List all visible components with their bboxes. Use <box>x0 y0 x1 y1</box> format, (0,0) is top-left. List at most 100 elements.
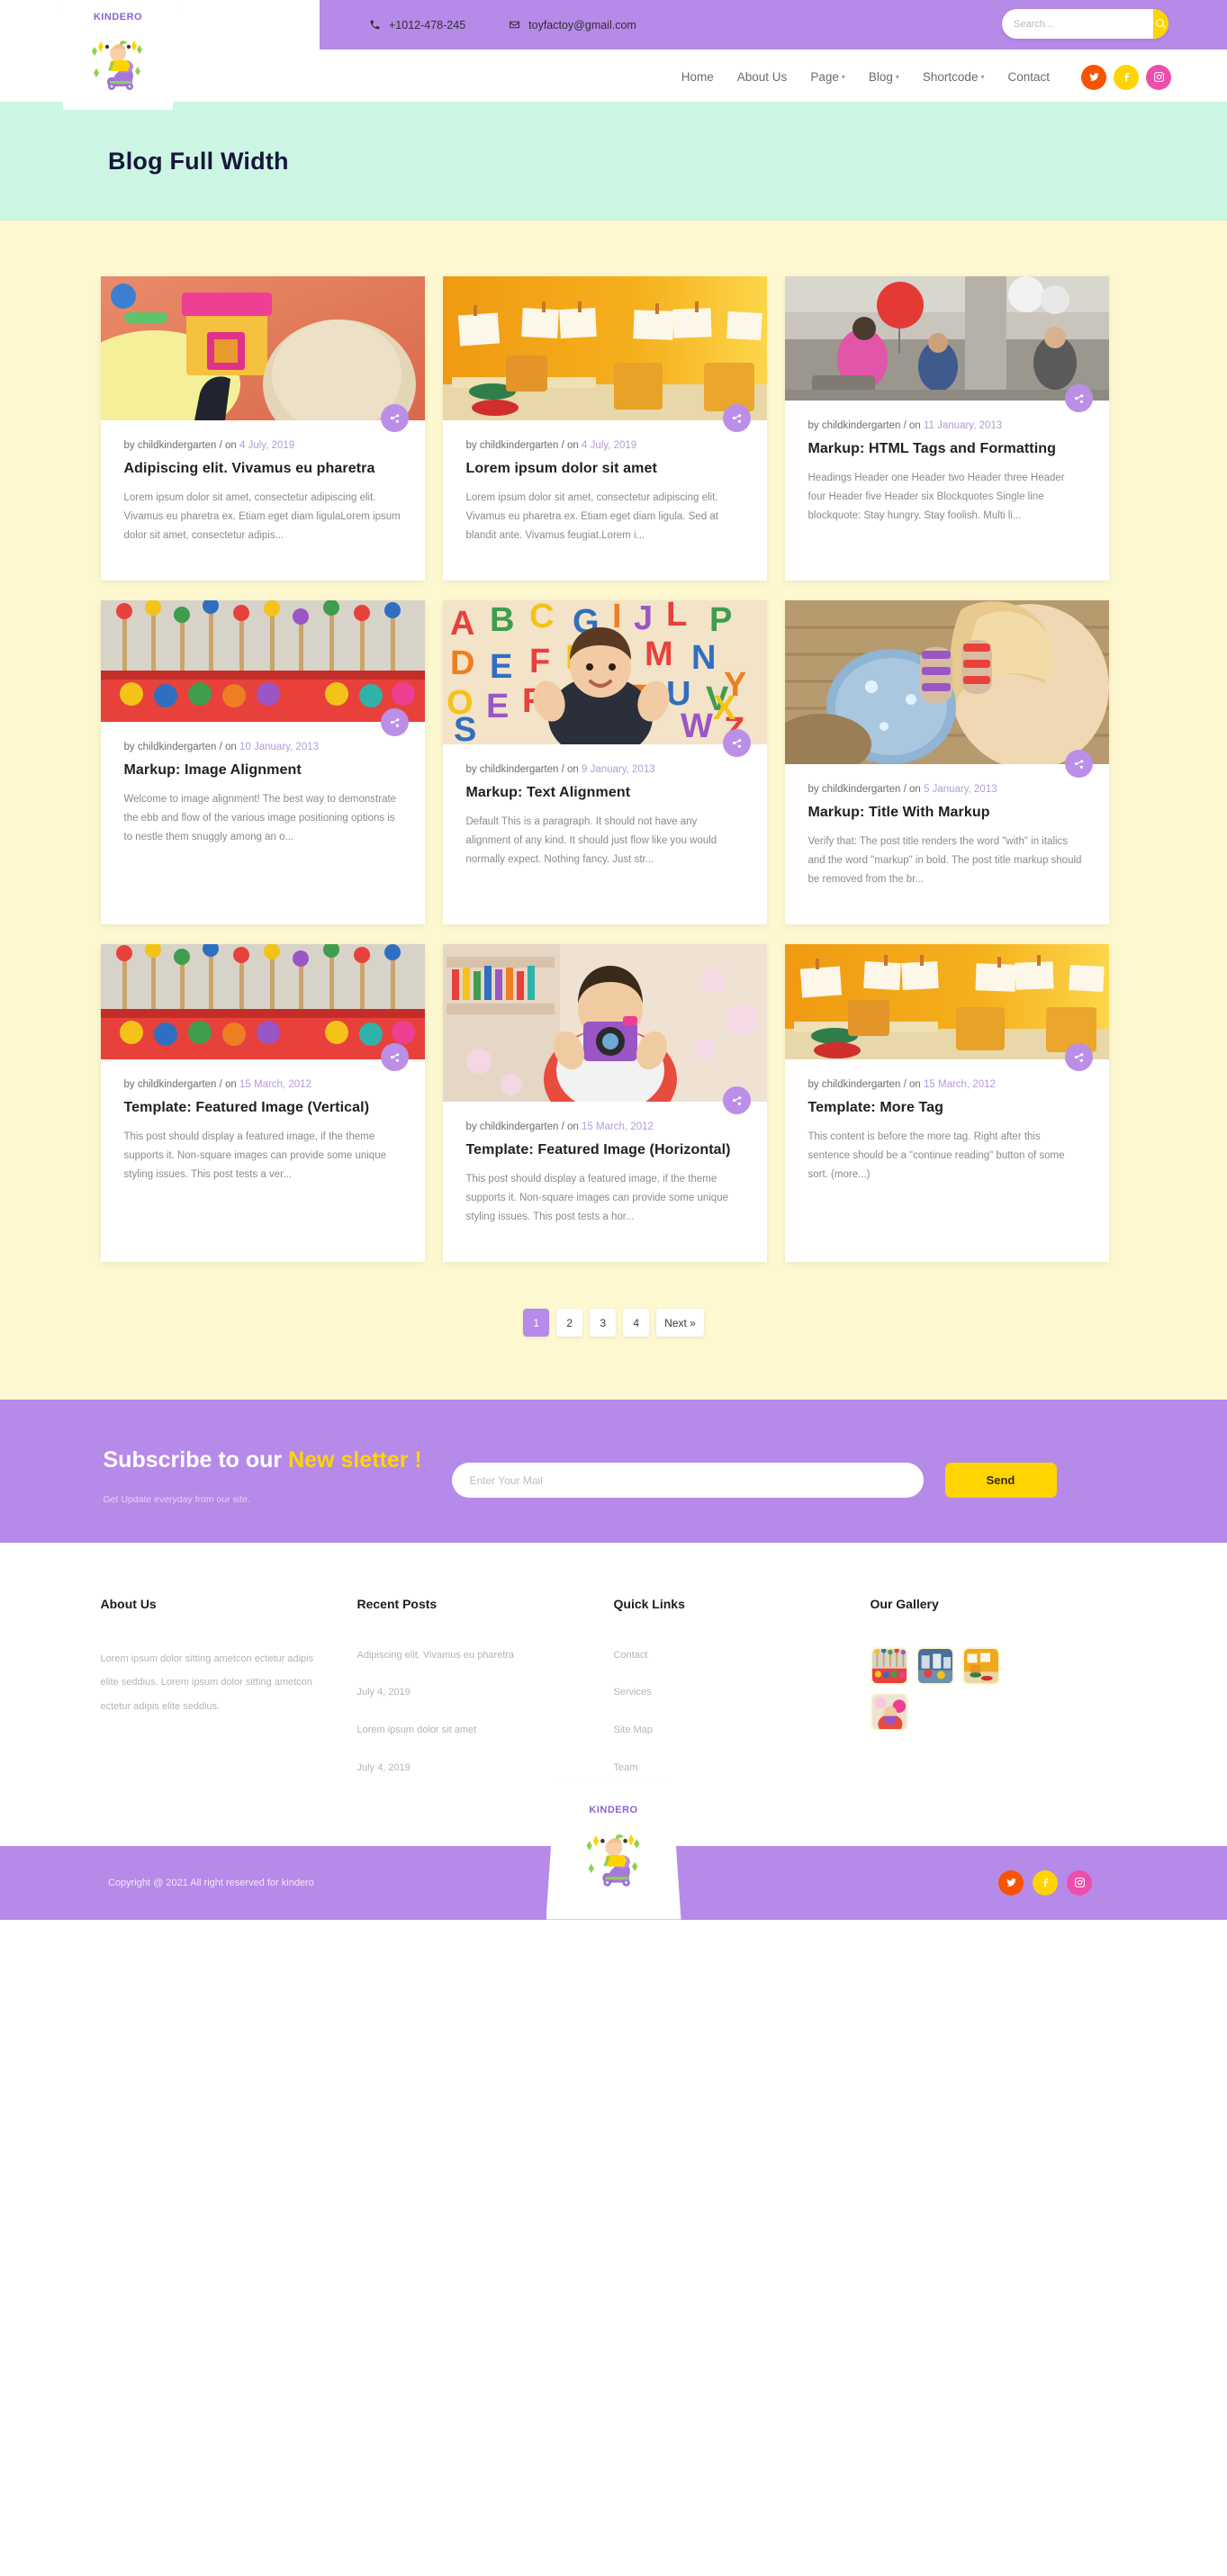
share-button[interactable] <box>722 404 751 432</box>
card-meta: by childkindergarten / on 4 July, 2019 <box>466 440 744 451</box>
card-date: 10 January, 2013 <box>239 742 320 752</box>
quick-link-team[interactable]: Team <box>614 1760 833 1777</box>
page-button-4[interactable]: 4 <box>623 1309 650 1337</box>
quick-link-contact[interactable]: Contact <box>614 1647 833 1664</box>
nav-item-contact[interactable]: Contact <box>1007 70 1050 84</box>
newsletter-send-button[interactable]: Send <box>944 1463 1057 1498</box>
blog-card[interactable]: by childkindergarten / on 11 January, 20… <box>784 276 1109 581</box>
blog-card[interactable]: by childkindergarten / on 5 January, 201… <box>784 600 1109 924</box>
facebook-icon[interactable] <box>1033 1869 1058 1896</box>
recent-post-date: July 4, 2019 <box>356 1761 411 1773</box>
newsletter-email-input[interactable] <box>451 1463 924 1498</box>
card-title[interactable]: Template: Featured Image (Vertical) <box>124 1098 401 1118</box>
page-button-1[interactable]: 1 <box>523 1309 550 1337</box>
share-icon <box>732 414 741 423</box>
share-button[interactable] <box>380 708 409 736</box>
share-button[interactable] <box>722 1086 751 1114</box>
share-button[interactable] <box>1064 1043 1093 1071</box>
card-title[interactable]: Adipiscing elit. Vivamus eu pharetra <box>124 459 401 479</box>
gallery-thumb-classroom-blue[interactable] <box>916 1646 954 1685</box>
card-image-girl-with-alphabet-letters[interactable]: AB CG IJ LP DE FH KM N OE RT UV WZ <box>442 600 767 744</box>
search-button[interactable] <box>1153 9 1168 39</box>
chevron-down-icon: ▾ <box>895 73 899 81</box>
card-meta: by childkindergarten / on 15 March, 2012 <box>466 1121 744 1132</box>
blog-card[interactable]: by childkindergarten / on 15 March, 2012… <box>784 944 1109 1262</box>
share-button[interactable] <box>380 1043 409 1071</box>
contact-group: +1012-478-245 toyfactoy@gmail.com <box>369 19 636 32</box>
share-button[interactable] <box>1064 384 1093 412</box>
card-body: by childkindergarten / on 15 March, 2012… <box>443 1102 767 1262</box>
instagram-icon[interactable] <box>1067 1869 1092 1896</box>
search-input[interactable] <box>1002 9 1153 39</box>
svg-text:P: P <box>709 601 732 639</box>
twitter-icon[interactable] <box>1081 64 1106 90</box>
gallery-thumb-kids-pink[interactable] <box>870 1692 908 1731</box>
share-button[interactable] <box>1064 750 1093 778</box>
card-image-paint-brushes-tray[interactable] <box>100 600 425 722</box>
svg-text:M: M <box>645 635 673 673</box>
gallery-thumb-paint-brushes-tray[interactable] <box>870 1646 908 1685</box>
blog-card[interactable]: by childkindergarten / on 15 March, 2012… <box>100 944 425 1262</box>
card-title[interactable]: Template: More Tag <box>808 1098 1086 1118</box>
card-title[interactable]: Template: Featured Image (Horizontal) <box>466 1140 744 1160</box>
svg-text:E: E <box>486 688 509 725</box>
phone-item[interactable]: +1012-478-245 <box>369 19 465 32</box>
card-date: 11 January, 2013 <box>924 420 1003 431</box>
twitter-icon[interactable] <box>998 1869 1024 1896</box>
nav-item-page[interactable]: Page ▾ <box>810 70 845 84</box>
nav-item-shortcode[interactable]: Shortcode ▾ <box>923 70 985 84</box>
logo-panel[interactable]: KINDERO <box>56 0 180 110</box>
main-nav: Home About Us Page ▾ Blog ▾ Shortcode ▾ Con… <box>0 52 1227 102</box>
card-image-girl-with-camera[interactable] <box>442 944 767 1102</box>
blog-card[interactable]: AB CG IJ LP DE FH KM N OE RT UV WZ <box>442 600 767 924</box>
card-image-classroom-orange-wall[interactable] <box>784 944 1109 1059</box>
blog-card[interactable]: by childkindergarten / on 15 March, 2012… <box>442 944 767 1262</box>
card-title[interactable]: Markup: Text Alignment <box>466 783 744 803</box>
recent-post-title[interactable]: Lorem ipsum dolor sit amet <box>357 1722 576 1739</box>
page-button-2[interactable]: 2 <box>556 1309 583 1337</box>
search-box[interactable] <box>1002 9 1168 39</box>
recent-post-title[interactable]: Adipiscing elit. Vivamus eu pharetra <box>357 1647 576 1664</box>
card-image-child-with-toy-house[interactable] <box>100 276 425 420</box>
svg-text:W: W <box>681 707 713 744</box>
top-bar-region: +1012-478-245 toyfactoy@gmail.com <box>0 0 1227 52</box>
page-hero: Blog Full Width <box>0 102 1227 221</box>
nav-item-home[interactable]: Home <box>681 70 714 84</box>
card-image-paint-brushes-tray[interactable] <box>100 944 425 1059</box>
card-image-classroom-orange-wall[interactable] <box>442 276 767 420</box>
blog-container: by childkindergarten / on 4 July, 2019 A… <box>100 276 1127 1337</box>
card-title[interactable]: Markup: HTML Tags and Formatting <box>808 439 1086 459</box>
blog-card[interactable]: by childkindergarten / on 4 July, 2019 A… <box>100 276 425 581</box>
card-date: 4 July, 2019 <box>582 440 637 451</box>
quick-link-site-map[interactable]: Site Map <box>614 1722 833 1739</box>
card-body: by childkindergarten / on 4 July, 2019 L… <box>443 420 767 581</box>
share-button[interactable] <box>722 729 751 757</box>
nav-label: Shortcode <box>922 70 979 84</box>
card-excerpt: This content is before the more tag. Rig… <box>807 1130 1065 1181</box>
card-image-kids-playground-balloon[interactable] <box>784 276 1109 401</box>
nav-label: Home <box>681 70 714 84</box>
quick-link-services[interactable]: Services <box>614 1684 833 1701</box>
page-button-3[interactable]: 3 <box>590 1309 617 1337</box>
blog-card[interactable]: by childkindergarten / on 10 January, 20… <box>100 600 425 924</box>
card-image-girl-with-socks-on-hands[interactable] <box>784 600 1109 764</box>
nav-item-about-us[interactable]: About Us <box>737 70 788 84</box>
page-button-next[interactable]: Next » <box>656 1309 704 1337</box>
recent-post-date: July 4, 2019 <box>356 1687 411 1698</box>
kindero-mascot-icon <box>92 41 142 90</box>
blog-card[interactable]: by childkindergarten / on 4 July, 2019 L… <box>442 276 767 581</box>
card-title[interactable]: Markup: Image Alignment <box>124 761 401 780</box>
gallery-thumb-classroom-orange[interactable] <box>961 1646 1000 1685</box>
copyright-text: Copyright @ 2021 All right reserved for … <box>108 1877 314 1888</box>
footer-logo-panel[interactable]: KINDERO <box>546 1779 681 1920</box>
instagram-icon[interactable] <box>1146 64 1171 90</box>
facebook-icon[interactable] <box>1114 64 1139 90</box>
share-button[interactable] <box>380 404 409 432</box>
card-title[interactable]: Markup: Title With Markup <box>808 803 1086 823</box>
brand-name: KINDERO <box>93 12 143 23</box>
card-title[interactable]: Lorem ipsum dolor sit amet <box>466 459 744 479</box>
chevron-down-icon: ▾ <box>841 73 845 81</box>
email-item[interactable]: toyfactoy@gmail.com <box>509 19 636 32</box>
svg-text:J: J <box>634 600 653 637</box>
nav-item-blog[interactable]: Blog ▾ <box>869 70 899 84</box>
